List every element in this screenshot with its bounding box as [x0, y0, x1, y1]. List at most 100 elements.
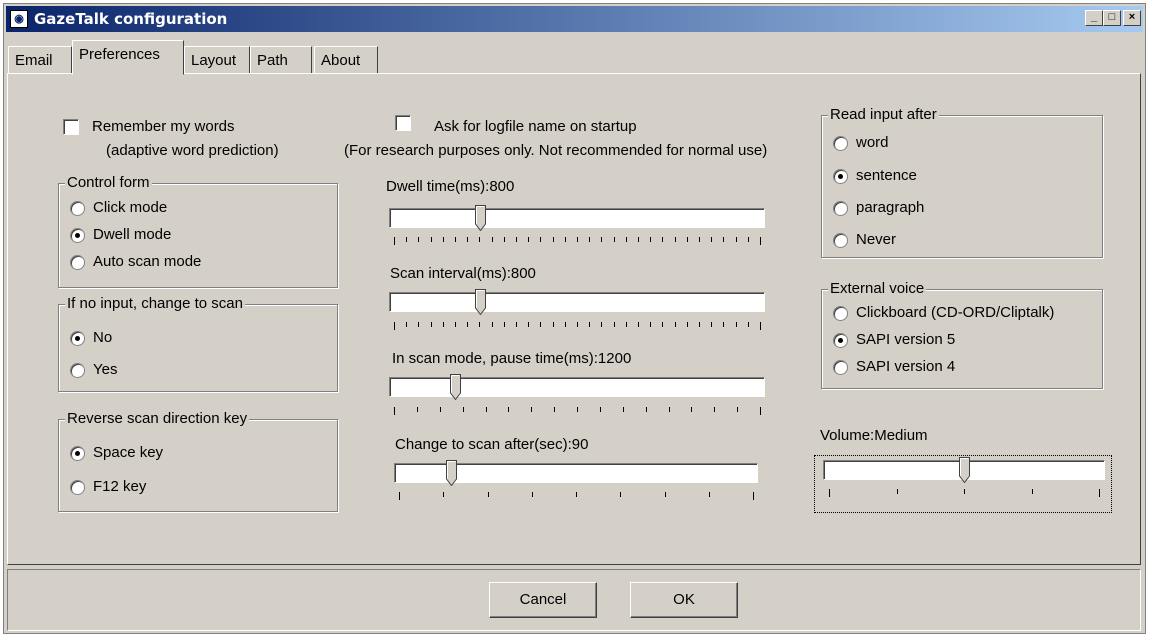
tab-email[interactable]: Email	[8, 46, 72, 74]
radio-paragraph-label: paragraph	[856, 199, 925, 216]
radio-word-label: word	[856, 134, 889, 151]
slider-tick	[552, 322, 554, 327]
slider-tick	[760, 407, 761, 415]
cancel-button[interactable]: Cancel	[489, 582, 597, 618]
slider-tick	[479, 322, 481, 327]
change-to-scan-slider-thumb[interactable]	[446, 460, 458, 486]
tab-layout[interactable]: Layout	[184, 46, 250, 74]
radio-clickboard-label: Clickboard (CD-ORD/Cliptalk)	[856, 304, 1055, 321]
slider-tick	[516, 322, 517, 327]
slider-tick	[699, 237, 700, 242]
no-input-title: If no input, change to scan	[65, 295, 245, 312]
dwell-time-slider-thumb[interactable]	[475, 205, 487, 231]
slider-tick	[625, 322, 627, 327]
slider-tick	[686, 237, 688, 242]
maximize-button[interactable]: □	[1103, 10, 1121, 26]
dwell-time-slider-track[interactable]	[389, 208, 765, 228]
logfile-checkbox[interactable]	[395, 115, 411, 131]
slider-tick	[664, 492, 666, 497]
slider-tick	[735, 237, 737, 242]
slider-tick	[576, 492, 577, 497]
radio-auto-scan-mode-label: Auto scan mode	[93, 253, 202, 270]
external-voice-title: External voice	[828, 280, 927, 297]
pause-time-slider-thumb[interactable]	[450, 374, 462, 400]
slider-tick	[753, 492, 754, 500]
remember-words-sublabel: (adaptive word prediction)	[106, 142, 279, 159]
scan-interval-slider-thumb[interactable]	[475, 289, 487, 315]
radio-sapi5[interactable]	[833, 333, 848, 348]
volume-label: Volume:Medium	[820, 427, 928, 444]
slider-tick	[406, 322, 408, 327]
radio-f12-key-label: F12 key	[93, 478, 147, 495]
slider-tick	[708, 492, 710, 497]
radio-space-key-label: Space key	[93, 444, 164, 461]
minimize-button[interactable]: _	[1085, 10, 1103, 26]
radio-space-key[interactable]	[70, 446, 85, 461]
radio-paragraph[interactable]	[833, 201, 848, 216]
ok-button[interactable]: OK	[630, 582, 738, 618]
slider-tick	[747, 322, 749, 327]
button-bar: Cancel OK	[7, 569, 1141, 631]
slider-tick	[686, 322, 688, 327]
slider-tick	[601, 237, 603, 242]
control-form-group: Control form Click mode Dwell mode Auto …	[58, 174, 338, 288]
window-title: GazeTalk configuration	[34, 10, 228, 28]
slider-tick	[589, 322, 591, 327]
slider-tick	[638, 237, 639, 242]
app-icon: ◉	[10, 10, 28, 28]
scan-interval-slider-track[interactable]	[389, 292, 765, 312]
slider-tick	[1099, 489, 1100, 497]
radio-f12-key[interactable]	[70, 480, 85, 495]
slider-tick	[516, 237, 517, 242]
slider-tick	[829, 489, 830, 497]
radio-dwell-mode[interactable]	[70, 228, 85, 243]
change-to-scan-label: Change to scan after(sec):90	[395, 436, 589, 453]
slider-tick	[442, 237, 444, 242]
slider-tick	[760, 237, 761, 245]
radio-click-mode[interactable]	[70, 201, 85, 216]
dwell-time-label: Dwell time(ms):800	[386, 178, 515, 195]
radio-sapi4-label: SAPI version 4	[856, 358, 956, 375]
radio-clickboard[interactable]	[833, 306, 848, 321]
pause-time-label: In scan mode, pause time(ms):1200	[392, 350, 632, 367]
slider-tick	[699, 322, 700, 327]
close-button[interactable]: ×	[1123, 10, 1141, 26]
remember-words-checkbox[interactable]	[63, 119, 79, 135]
slider-tick	[613, 322, 615, 327]
radio-no[interactable]	[70, 331, 85, 346]
radio-sapi4[interactable]	[833, 360, 848, 375]
radio-sentence[interactable]	[833, 169, 848, 184]
slider-tick	[711, 322, 713, 327]
external-voice-group: External voice Clickboard (CD-ORD/Clipta…	[821, 280, 1103, 389]
slider-tick	[503, 322, 505, 327]
slider-tick	[467, 237, 469, 242]
title-bar[interactable]: ◉ GazeTalk configuration _ □ ×	[6, 6, 1143, 32]
radio-auto-scan-mode[interactable]	[70, 255, 85, 270]
slider-tick	[442, 322, 444, 327]
slider-tick	[735, 322, 737, 327]
slider-tick	[723, 237, 725, 242]
volume-slider-thumb[interactable]	[959, 457, 970, 483]
slider-tick	[528, 237, 530, 242]
slider-tick	[443, 492, 445, 497]
read-input-group: Read input after word sentence paragraph…	[821, 106, 1103, 258]
pause-time-ticks	[394, 407, 761, 415]
tab-preferences[interactable]: Preferences	[72, 40, 184, 75]
slider-tick	[723, 322, 725, 327]
tab-path[interactable]: Path	[250, 46, 312, 74]
radio-word[interactable]	[833, 136, 848, 151]
radio-yes-label: Yes	[93, 361, 118, 378]
slider-tick	[462, 407, 464, 412]
radio-yes[interactable]	[70, 363, 85, 378]
config-window: ◉ GazeTalk configuration _ □ × Email Pre…	[3, 3, 1146, 634]
remember-words-label: Remember my words	[92, 118, 235, 135]
radio-no-label: No	[93, 329, 113, 346]
radio-never[interactable]	[833, 233, 848, 248]
read-input-title: Read input after	[828, 106, 939, 123]
slider-tick	[714, 407, 716, 412]
reverse-key-title: Reverse scan direction key	[65, 410, 250, 427]
slider-tick	[531, 407, 533, 412]
tab-about[interactable]: About	[314, 46, 378, 74]
slider-tick	[503, 237, 505, 242]
pause-time-slider-track[interactable]	[389, 377, 765, 397]
